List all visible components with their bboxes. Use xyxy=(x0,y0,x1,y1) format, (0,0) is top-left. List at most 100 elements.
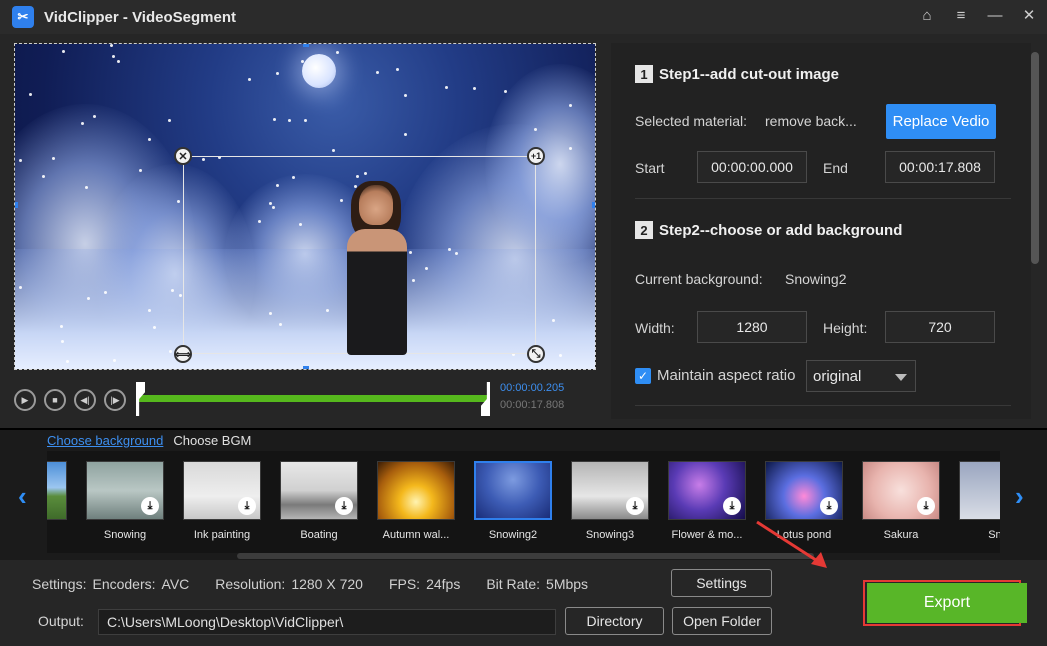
open-folder-button[interactable]: Open Folder xyxy=(672,607,772,635)
person-cutout-image[interactable] xyxy=(339,181,414,355)
background-thumbnail[interactable]: ⤓ xyxy=(765,461,843,520)
encoders-label: Encoders: xyxy=(92,576,156,592)
previous-frame-icon[interactable]: ◀| xyxy=(74,389,96,411)
snowflake xyxy=(93,115,96,118)
total-time: 00:00:17.808 xyxy=(500,399,565,411)
snowflake xyxy=(52,157,55,160)
width-field[interactable]: 1280 xyxy=(697,311,807,343)
tab-choose-background[interactable]: Choose background xyxy=(47,433,163,448)
snowflake xyxy=(179,294,182,297)
menu-icon[interactable]: ≡ xyxy=(953,6,969,26)
aspect-ratio-checkbox[interactable]: ✓ xyxy=(635,368,651,384)
scissors-icon: ✂ xyxy=(12,6,34,28)
thumbnail-label: Island xyxy=(47,529,77,541)
thumbnail-label: Sakura xyxy=(883,529,919,541)
trim-timeline[interactable] xyxy=(138,395,488,402)
end-time-field[interactable]: 00:00:17.808 xyxy=(885,151,995,183)
step1-number: 1 xyxy=(635,65,653,83)
trim-start-marker[interactable] xyxy=(136,382,145,416)
background-thumbnail[interactable]: ⤓ xyxy=(183,461,261,520)
snowflake xyxy=(336,51,339,54)
background-thumbnail[interactable]: ⤓ xyxy=(571,461,649,520)
background-thumbnail[interactable]: ⤓ xyxy=(668,461,746,520)
edge-handle-left[interactable] xyxy=(15,202,18,208)
snowflake xyxy=(177,200,180,203)
resolution-value: 1280 X 720 xyxy=(291,576,363,592)
snowflake xyxy=(169,350,172,353)
close-icon[interactable]: ✕ xyxy=(1021,6,1037,26)
tab-choose-bgm[interactable]: Choose BGM xyxy=(173,433,251,448)
section-divider xyxy=(635,405,1011,406)
stop-icon[interactable]: ■ xyxy=(44,389,66,411)
snowflake xyxy=(62,50,65,53)
selected-material-value: remove back... xyxy=(765,113,857,129)
snowflake xyxy=(61,340,64,343)
height-field[interactable]: 720 xyxy=(885,311,995,343)
background-thumbnail[interactable]: ⤓ xyxy=(862,461,940,520)
thumbnail-label: Ink painting xyxy=(193,529,251,541)
current-background-label: Current background: xyxy=(635,271,763,287)
background-thumbnail[interactable] xyxy=(377,461,455,520)
fps-label: FPS: xyxy=(388,576,421,592)
background-thumbnail[interactable]: ⤓ xyxy=(280,461,358,520)
directory-button[interactable]: Directory xyxy=(565,607,664,635)
resize-handle-icon[interactable]: ⤡ xyxy=(527,345,545,363)
start-label: Start xyxy=(635,160,665,176)
output-label: Output: xyxy=(38,613,84,629)
step2-number: 2 xyxy=(635,221,653,239)
edge-handle-bottom[interactable] xyxy=(303,366,309,369)
moon-image xyxy=(302,54,336,88)
minimize-icon[interactable]: — xyxy=(987,6,1003,26)
library-scrollbar[interactable] xyxy=(237,553,814,559)
export-button[interactable]: Export xyxy=(867,583,1027,623)
chevron-left-icon[interactable]: ‹ xyxy=(18,482,34,510)
trim-end-marker[interactable] xyxy=(481,382,490,416)
rotate-handle-icon[interactable]: +1 xyxy=(527,147,545,165)
download-icon[interactable]: ⤓ xyxy=(238,497,256,515)
snowflake xyxy=(110,44,113,47)
edge-handle-right[interactable] xyxy=(592,202,595,208)
delete-handle-icon[interactable]: ✕ xyxy=(174,147,192,165)
download-icon[interactable]: ⤓ xyxy=(723,497,741,515)
snowflake xyxy=(552,319,555,322)
snowflake xyxy=(112,55,115,58)
cutout-selection-box[interactable]: ✕ +1 ⟺ ⤡ xyxy=(174,147,545,363)
snowflake xyxy=(117,60,120,63)
aspect-ratio-selected: original xyxy=(813,367,862,385)
snowflake xyxy=(396,68,399,71)
background-thumbnail[interactable] xyxy=(47,461,67,520)
snowflake xyxy=(148,138,151,141)
download-icon[interactable]: ⤓ xyxy=(626,497,644,515)
background-thumbnail[interactable]: ⤓ xyxy=(86,461,164,520)
snowflake xyxy=(534,128,537,131)
encoders-value: AVC xyxy=(161,576,190,592)
snowflake xyxy=(273,118,276,121)
snowflake xyxy=(87,297,90,300)
next-frame-icon[interactable]: |▶ xyxy=(104,389,126,411)
output-path-field[interactable]: C:\Users\MLoong\Desktop\VidClipper\ xyxy=(98,609,556,635)
aspect-ratio-select[interactable]: original xyxy=(806,360,916,392)
start-time-field[interactable]: 00:00:00.000 xyxy=(697,151,807,183)
download-icon[interactable]: ⤓ xyxy=(917,497,935,515)
app-title: VidClipper - VideoSegment xyxy=(44,8,236,26)
playback-bar: ▶ ■ ◀| |▶ 00:00:00.205 00:00:17.808 xyxy=(14,380,604,420)
snowflake xyxy=(301,60,304,63)
download-icon[interactable]: ⤓ xyxy=(820,497,838,515)
snowflake xyxy=(139,169,142,172)
play-icon[interactable]: ▶ xyxy=(14,389,36,411)
background-thumbnail[interactable] xyxy=(959,461,1000,520)
download-icon[interactable]: ⤓ xyxy=(335,497,353,515)
home-icon[interactable]: ⌂ xyxy=(919,6,935,26)
edge-handle-top[interactable] xyxy=(303,44,309,47)
background-thumbnail[interactable] xyxy=(474,461,552,520)
panel-scrollbar[interactable] xyxy=(1031,52,1039,417)
video-preview[interactable]: ✕ +1 ⟺ ⤡ xyxy=(14,43,596,370)
flip-handle-icon[interactable]: ⟺ xyxy=(174,345,192,363)
snowflake xyxy=(288,119,291,122)
snowflake xyxy=(376,71,379,74)
chevron-right-icon[interactable]: › xyxy=(1015,482,1031,510)
replace-video-button[interactable]: Replace Vedio xyxy=(886,104,996,139)
panel-scroll-thumb[interactable] xyxy=(1031,52,1039,264)
download-icon[interactable]: ⤓ xyxy=(141,497,159,515)
resolution-label: Resolution: xyxy=(215,576,286,592)
